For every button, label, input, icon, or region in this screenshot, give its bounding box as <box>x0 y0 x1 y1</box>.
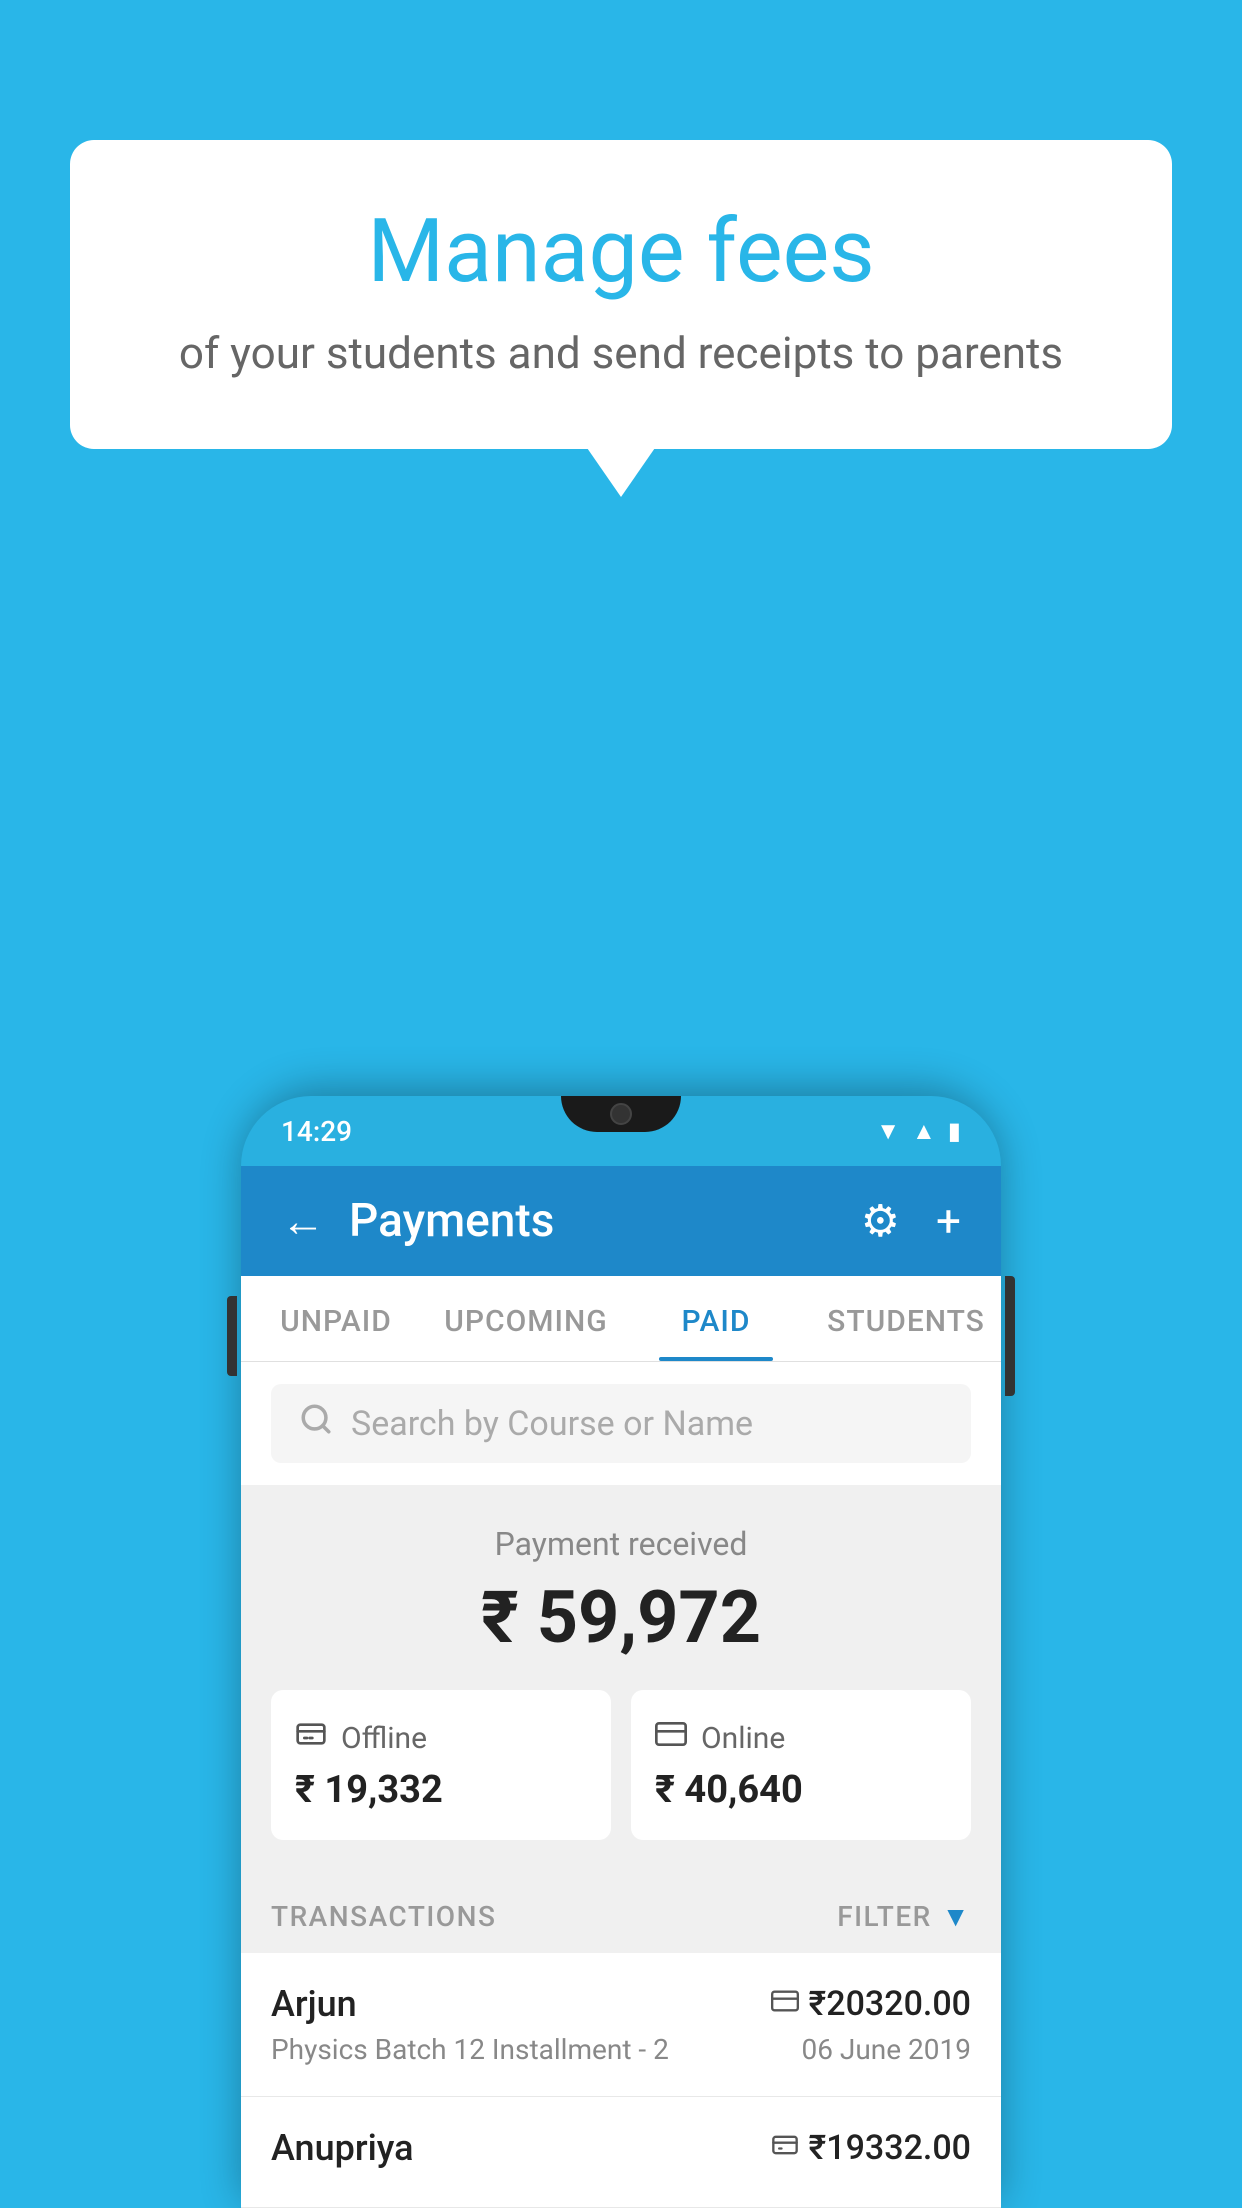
signal-icon: ▲ <box>912 1117 936 1146</box>
tab-upcoming[interactable]: UPCOMING <box>431 1276 621 1361</box>
search-input[interactable]: Search by Course or Name <box>351 1404 753 1444</box>
transaction-date: 06 June 2019 <box>801 2033 971 2066</box>
transaction-amount-wrap: ₹20320.00 <box>771 1984 971 2024</box>
wifi-icon: ▼ <box>876 1117 900 1146</box>
settings-icon[interactable]: ⚙ <box>861 1195 900 1247</box>
online-amount: ₹ 40,640 <box>655 1768 947 1812</box>
header-left: ← Payments <box>281 1194 554 1248</box>
speech-bubble-container: Manage fees of your students and send re… <box>70 140 1172 449</box>
tab-paid[interactable]: PAID <box>621 1276 811 1361</box>
bubble-title: Manage fees <box>150 200 1092 303</box>
transaction-row-top: Arjun ₹20320.00 <box>271 1983 971 2025</box>
transaction-list: Arjun ₹20320.00 Physics Batch 12 Install… <box>241 1953 1001 2208</box>
back-button[interactable]: ← <box>281 1195 325 1247</box>
tabs-bar: UNPAID UPCOMING PAID STUDENTS <box>241 1276 1001 1362</box>
transactions-header: TRANSACTIONS FILTER ▼ <box>241 1870 1001 1953</box>
header-right: ⚙ + <box>861 1195 961 1247</box>
battery-icon: ▮ <box>948 1117 961 1145</box>
payment-received-label: Payment received <box>271 1525 971 1563</box>
transaction-name: Anupriya <box>271 2127 414 2169</box>
tab-unpaid[interactable]: UNPAID <box>241 1276 431 1361</box>
offline-payment-card: Offline ₹ 19,332 <box>271 1690 611 1840</box>
table-row[interactable]: Anupriya ₹19332.00 <box>241 2097 1001 2208</box>
transaction-row-bottom: Physics Batch 12 Installment - 2 06 June… <box>271 2033 971 2066</box>
online-label: Online <box>701 1721 785 1756</box>
add-icon[interactable]: + <box>936 1195 961 1247</box>
notch <box>561 1096 681 1132</box>
phone-side-button-right <box>1005 1276 1015 1396</box>
phone-frame: 14:29 ▼ ▲ ▮ ← Payments ⚙ + UNPAID UPCOMI… <box>241 1096 1001 2208</box>
search-bar-container: Search by Course or Name <box>241 1362 1001 1485</box>
offline-amount: ₹ 19,332 <box>295 1768 587 1812</box>
search-input-wrap[interactable]: Search by Course or Name <box>271 1384 971 1463</box>
status-bar: 14:29 ▼ ▲ ▮ <box>241 1096 1001 1166</box>
online-payment-card: Online ₹ 40,640 <box>631 1690 971 1840</box>
offline-label: Offline <box>341 1721 427 1756</box>
speech-bubble: Manage fees of your students and send re… <box>70 140 1172 449</box>
online-card-header: Online <box>655 1718 947 1758</box>
screen-body: Search by Course or Name Payment receive… <box>241 1362 1001 2208</box>
transaction-row-top: Anupriya ₹19332.00 <box>271 2127 971 2169</box>
transaction-amount: ₹20320.00 <box>809 1984 971 2024</box>
transaction-amount-wrap: ₹19332.00 <box>771 2128 971 2168</box>
status-icons: ▼ ▲ ▮ <box>876 1117 961 1146</box>
payment-cards: Offline ₹ 19,332 Online <box>271 1690 971 1840</box>
app-header: ← Payments ⚙ + <box>241 1166 1001 1276</box>
transaction-course: Physics Batch 12 Installment - 2 <box>271 2033 669 2066</box>
page-title: Payments <box>349 1194 554 1248</box>
camera-notch <box>610 1103 632 1125</box>
tab-students[interactable]: STUDENTS <box>811 1276 1001 1361</box>
filter-button[interactable]: FILTER ▼ <box>837 1900 971 1933</box>
phone-side-button-left <box>227 1296 237 1376</box>
offline-payment-icon <box>295 1718 327 1758</box>
table-row[interactable]: Arjun ₹20320.00 Physics Batch 12 Install… <box>241 1953 1001 2097</box>
online-payment-icon <box>655 1718 687 1758</box>
filter-icon: ▼ <box>942 1900 971 1933</box>
offline-card-header: Offline <box>295 1718 587 1758</box>
filter-label: FILTER <box>837 1900 932 1933</box>
search-icon <box>299 1402 333 1445</box>
transaction-name: Arjun <box>271 1983 357 2025</box>
payment-total-amount: ₹ 59,972 <box>271 1575 971 1660</box>
transaction-amount: ₹19332.00 <box>809 2128 971 2168</box>
offline-payment-type-icon <box>771 2131 799 2166</box>
online-payment-type-icon <box>771 1987 799 2022</box>
transactions-label: TRANSACTIONS <box>271 1900 496 1933</box>
payment-summary: Payment received ₹ 59,972 <box>241 1485 1001 1870</box>
bubble-subtitle: of your students and send receipts to pa… <box>150 327 1092 379</box>
status-time: 14:29 <box>281 1115 352 1148</box>
